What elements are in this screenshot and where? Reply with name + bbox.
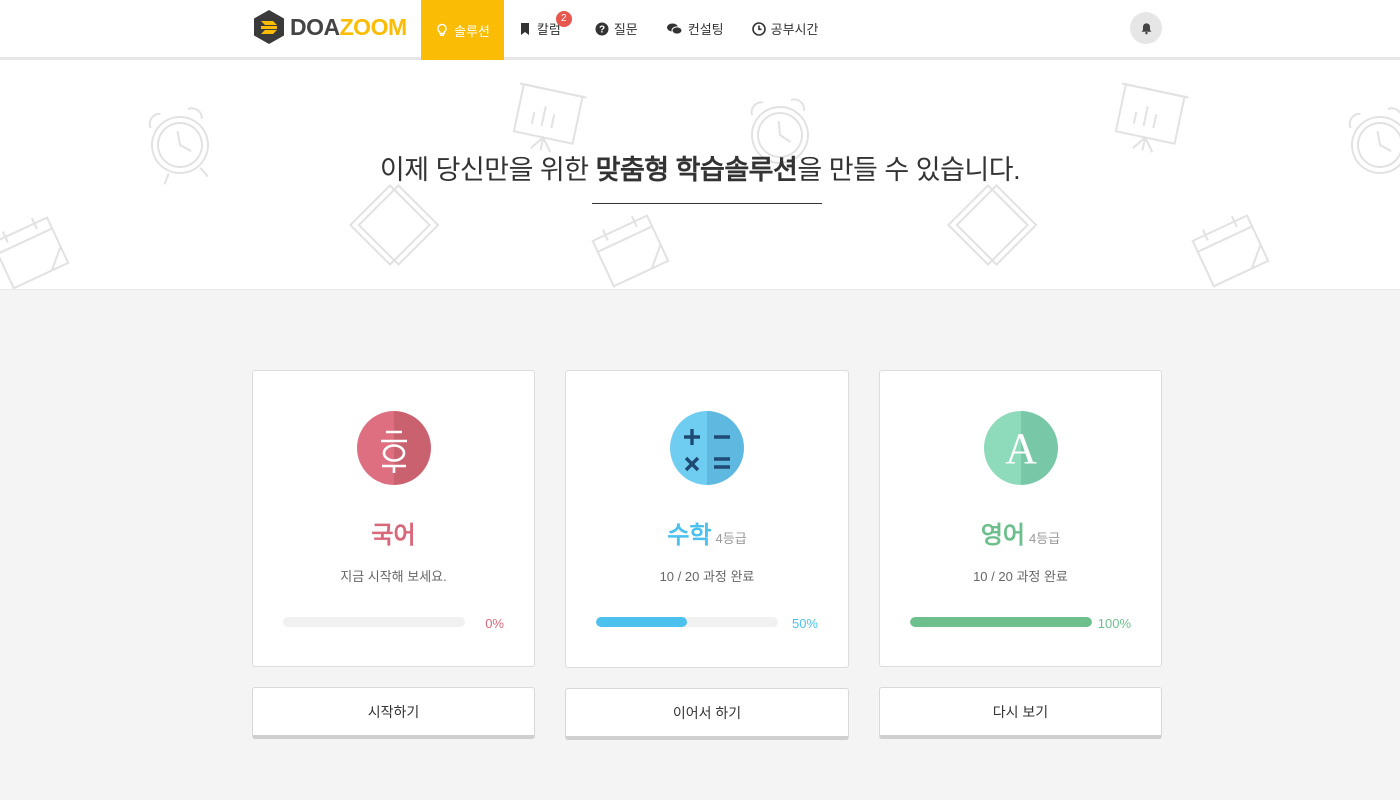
- nav-item-label: 질문: [613, 22, 638, 37]
- progress-bar-fill: [596, 617, 687, 627]
- progress-bar: [596, 617, 778, 627]
- letter-a-icon: A: [984, 411, 1058, 485]
- hero-title-emphasis: 맞춤형 학습솔루션: [595, 155, 798, 185]
- nav-item-label: 솔루션: [454, 23, 490, 39]
- logo-wordmark: DOAZOOM: [290, 14, 407, 41]
- book-doodle-icon: [348, 183, 440, 267]
- top-navigation-bar: DOAZOOM 솔루션 칼럼 2 ? 질문 컨설팅 공부시간: [0, 0, 1400, 60]
- bell-icon: [1141, 22, 1151, 34]
- nav-item-question[interactable]: ? 질문: [581, 0, 652, 57]
- logo-hexagon-icon: [254, 10, 284, 44]
- hero-banner: 이제 당신만을 위한 맞춤형 학습솔루션을 만들 수 있습니다.: [0, 60, 1400, 290]
- question-circle-icon: ?: [595, 22, 609, 35]
- subject-title: 영어 4등급: [880, 515, 1161, 550]
- subject-name: 국어: [371, 522, 416, 549]
- subject-title: 수학 4등급: [566, 515, 848, 550]
- nav-item-consulting[interactable]: 컨설팅: [652, 0, 738, 57]
- nav-item-label: 공부시간: [770, 22, 819, 37]
- lightbulb-icon: [437, 23, 447, 36]
- subject-name: 수학: [667, 522, 712, 549]
- doazoom-logo[interactable]: DOAZOOM: [252, 9, 407, 45]
- grade-label: 4등급: [715, 531, 747, 546]
- presentation-board-doodle-icon: [1114, 82, 1189, 153]
- hero-title-pre: 이제 당신만을 위한: [379, 155, 596, 185]
- book-doodle-icon: [946, 183, 1038, 267]
- start-button[interactable]: 시작하기: [252, 687, 535, 739]
- progress-bar: [910, 617, 1092, 627]
- grade-label: 4등급: [1029, 531, 1061, 546]
- notification-count-badge: 2: [555, 11, 572, 27]
- logo-wordmark-doa: DOA: [290, 13, 340, 40]
- progress-description: 10 / 20 과정 완료: [973, 569, 1068, 584]
- nav-item-column[interactable]: 칼럼 2: [504, 0, 575, 57]
- korean-icon: [357, 411, 431, 485]
- hero-underline-divider: [592, 203, 822, 204]
- nav-item-study-time[interactable]: 공부시간: [738, 0, 833, 57]
- clock-icon: [751, 21, 766, 36]
- progress-percent: 100%: [1097, 616, 1131, 631]
- logo-wordmark-zoom: ZOOM: [339, 13, 408, 40]
- nav-item-solution[interactable]: 솔루션: [421, 0, 504, 60]
- calendar-doodle-icon: [0, 216, 70, 289]
- progress-percent: 50%: [791, 616, 818, 631]
- bookmark-icon: [520, 22, 529, 35]
- nav-item-label: 컨설팅: [687, 22, 724, 37]
- svg-text:?: ?: [599, 24, 605, 35]
- calculator-icon: [670, 411, 744, 485]
- progress-description: 지금 시작해 보세요.: [340, 569, 447, 584]
- review-button[interactable]: 다시 보기: [879, 687, 1162, 739]
- subject-card-math: 수학 4등급 10 / 20 과정 완료 50%: [565, 370, 849, 668]
- calendar-doodle-icon: [591, 214, 670, 288]
- notifications-button[interactable]: [1130, 12, 1162, 44]
- subject-name: 영어: [980, 522, 1025, 549]
- hero-title: 이제 당신만을 위한 맞춤형 학습솔루션을 만들 수 있습니다.: [0, 148, 1400, 187]
- presentation-board-doodle-icon: [512, 82, 587, 153]
- main-nav: 솔루션 칼럼 2 ? 질문 컨설팅 공부시간: [421, 0, 832, 60]
- chat-bubbles-icon: [666, 23, 683, 35]
- subject-title: 국어: [253, 515, 534, 550]
- progress-percent: 0%: [485, 616, 504, 631]
- subject-card-korean: 국어 지금 시작해 보세요. 0%: [252, 370, 535, 667]
- icon-glyph: A: [1005, 424, 1037, 473]
- progress-description: 10 / 20 과정 완료: [659, 569, 755, 584]
- subject-card-english: A 영어 4등급 10 / 20 과정 완료 100%: [879, 370, 1162, 667]
- progress-bar: [283, 617, 465, 627]
- hero-title-post: 을 만들 수 있습니다.: [797, 155, 1021, 185]
- calendar-doodle-icon: [1191, 214, 1270, 288]
- progress-bar-fill: [910, 617, 1092, 627]
- continue-button[interactable]: 이어서 하기: [565, 688, 849, 740]
